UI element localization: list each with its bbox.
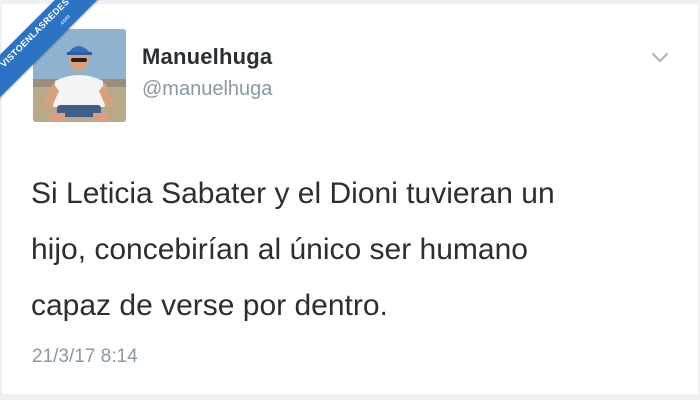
- avatar[interactable]: [33, 29, 126, 122]
- tweet-timestamp[interactable]: 21/3/17 8:14: [32, 346, 138, 368]
- user-handle[interactable]: @manuelhuga: [142, 78, 272, 101]
- chevron-down-icon[interactable]: [648, 48, 672, 66]
- avatar-photo: [33, 29, 126, 122]
- screenshot-frame: Manuelhuga @manuelhuga Si Leticia Sabate…: [0, 0, 700, 400]
- display-name[interactable]: Manuelhuga: [142, 44, 272, 70]
- tweet-card: Manuelhuga @manuelhuga Si Leticia Sabate…: [2, 4, 698, 394]
- tweet-text: Si Leticia Sabater y el Dioni tuvieran u…: [31, 177, 555, 322]
